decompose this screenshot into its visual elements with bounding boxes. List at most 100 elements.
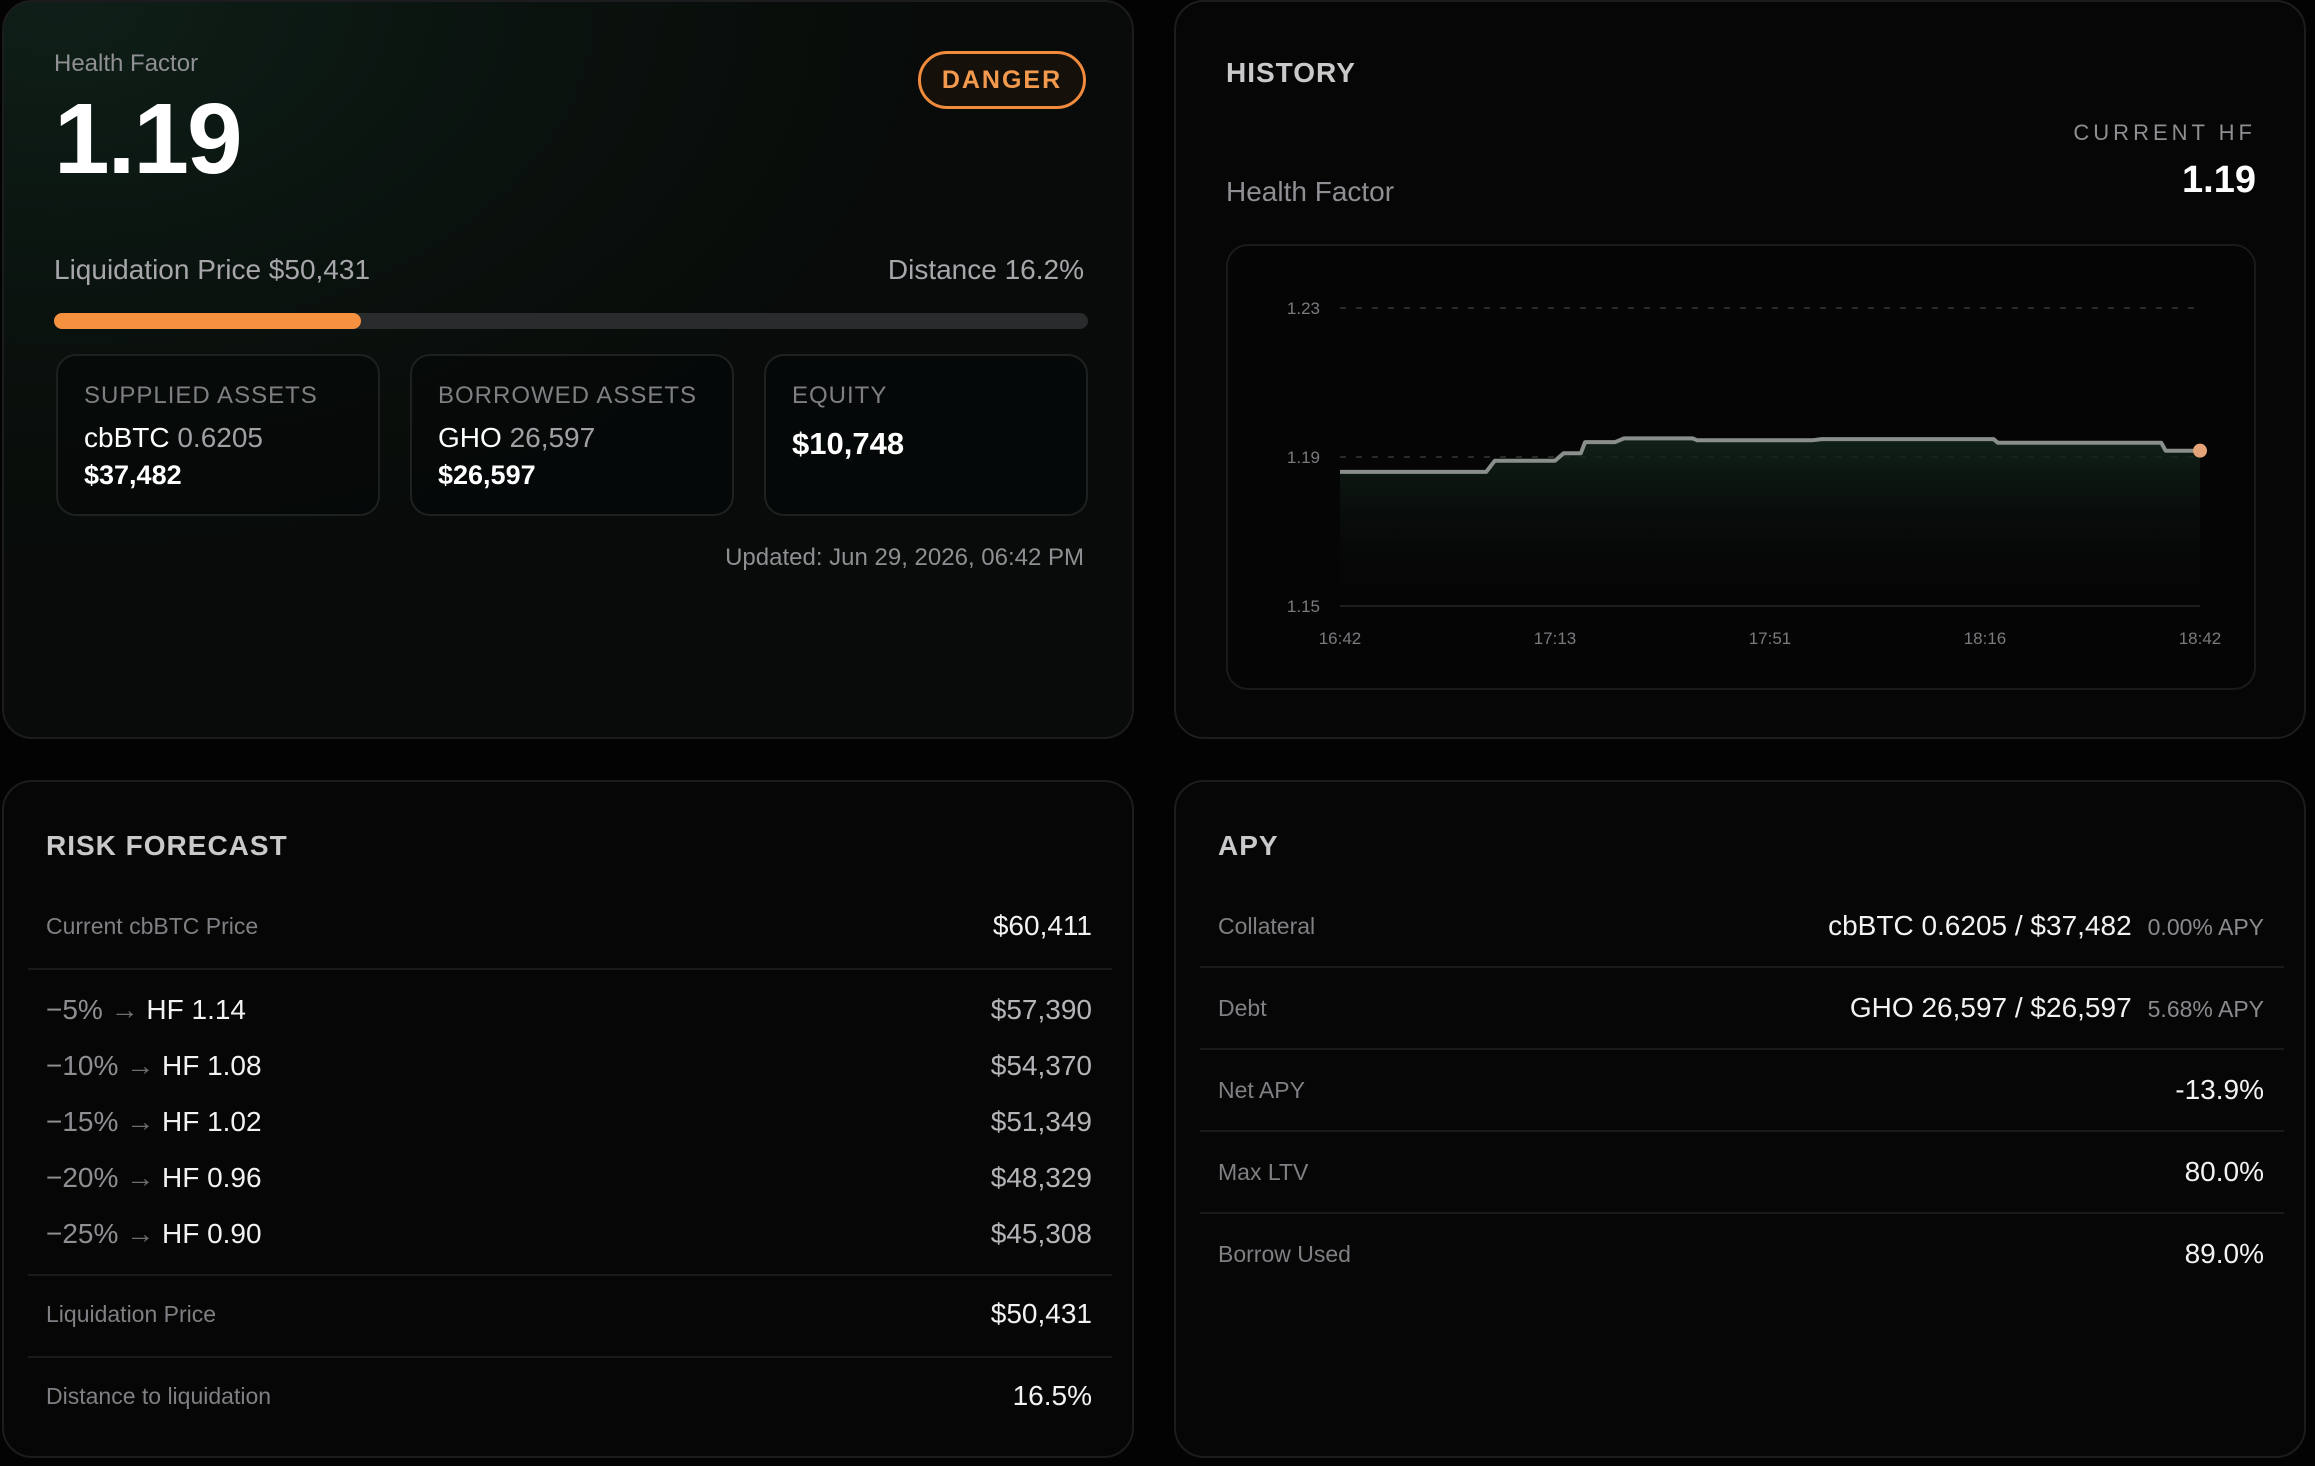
arrow-right-icon: → bbox=[126, 1050, 155, 1081]
apy-row-label: Net APY bbox=[1218, 1076, 1305, 1103]
divider bbox=[28, 1356, 1112, 1358]
liquidation-price-row: Liquidation Price $50,431 bbox=[46, 1294, 1092, 1334]
apy-card: APY Collateral cbBTC 0.6205 / $37,482 0.00… bbox=[1174, 780, 2306, 1458]
liquidation-progress-fill bbox=[54, 313, 362, 329]
scenario-hf: HF 1.14 bbox=[146, 994, 246, 1025]
apy-row-value-wrap: 80.0% bbox=[2185, 1156, 2264, 1188]
x-tick-label: 16:42 bbox=[1319, 629, 1362, 648]
liquidation-progress-bar bbox=[54, 313, 1088, 329]
borrowed-assets-box: BORROWED ASSETS GHO 26,597 $26,597 bbox=[410, 354, 734, 516]
distance-row-label: Distance to liquidation bbox=[46, 1382, 272, 1409]
x-tick-label: 18:16 bbox=[1964, 629, 2007, 648]
apy-row-rate: 5.68% APY bbox=[2147, 996, 2264, 1022]
borrowed-asset-amount: GHO 26,597 bbox=[438, 422, 595, 454]
risk-forecast-title: RISK FORECAST bbox=[46, 830, 288, 861]
supplied-assets-box: SUPPLIED ASSETS cbBTC 0.6205 $37,482 bbox=[56, 354, 380, 516]
status-badge: DANGER bbox=[918, 51, 1086, 109]
arrow-right-icon: → bbox=[126, 1106, 155, 1137]
apy-row-value: 89.0% bbox=[2184, 1238, 2264, 1269]
scenario-row: −20% → HF 0.96 $48,329 bbox=[46, 1158, 1092, 1198]
scenario-price: $57,390 bbox=[990, 994, 1092, 1025]
history-chart: 1.23 1.19 1.15 16:42 17:13 17:51 18:16 18:42 bbox=[1226, 244, 2256, 690]
apy-row: Borrow Used 89.0% bbox=[1218, 1234, 2264, 1274]
apy-row: Collateral cbBTC 0.6205 / $37,482 0.00% AP… bbox=[1218, 906, 2264, 946]
supplied-asset-value: $37,482 bbox=[84, 460, 182, 490]
current-hf-value: 1.19 bbox=[2182, 159, 2256, 201]
scenario-row: −25% → HF 0.90 $45,308 bbox=[46, 1214, 1092, 1254]
borrowed-asset-symbol: GHO bbox=[438, 422, 502, 453]
y-tick-label: 1.23 bbox=[1287, 299, 1320, 318]
distance-label: Distance 16.2% bbox=[887, 254, 1084, 285]
health-factor-label: Health Factor bbox=[54, 50, 199, 77]
scenario-price: $48,329 bbox=[990, 1162, 1092, 1193]
scenario-pct: −25% bbox=[46, 1218, 119, 1249]
apy-row-value-wrap: cbBTC 0.6205 / $37,482 0.00% APY bbox=[1828, 910, 2264, 942]
history-card: HISTORY CURRENT HF 1.19 Health Factor 1.… bbox=[1174, 0, 2306, 739]
y-tick-label: 1.15 bbox=[1287, 597, 1320, 616]
apy-row: Debt GHO 26,597 / $26,597 5.68% APY bbox=[1218, 988, 2264, 1028]
divider bbox=[28, 1274, 1112, 1276]
scenario-label: −5% → HF 1.14 bbox=[46, 994, 246, 1026]
scenario-row: −5% → HF 1.14 $57,390 bbox=[46, 990, 1092, 1030]
apy-row-value: cbBTC 0.6205 / $37,482 bbox=[1828, 910, 2132, 941]
divider bbox=[28, 968, 1112, 970]
distance-row-value: 16.5% bbox=[1012, 1380, 1092, 1411]
supplied-asset-amount: cbBTC 0.6205 bbox=[84, 422, 263, 454]
apy-row-value-wrap: GHO 26,597 / $26,597 5.68% APY bbox=[1850, 992, 2264, 1024]
supplied-asset-symbol: cbBTC bbox=[84, 422, 170, 453]
scenario-label: −15% → HF 1.02 bbox=[46, 1106, 262, 1138]
apy-row-value: -13.9% bbox=[2175, 1074, 2264, 1105]
divider bbox=[1200, 1048, 2284, 1050]
current-price-row: Current cbBTC Price $60,411 bbox=[46, 906, 1092, 946]
scenario-hf: HF 1.02 bbox=[161, 1106, 262, 1137]
x-tick-label: 17:13 bbox=[1534, 629, 1577, 648]
apy-row-label: Debt bbox=[1218, 994, 1267, 1021]
divider bbox=[1200, 1130, 2284, 1132]
health-factor-value: 1.19 bbox=[54, 83, 243, 195]
history-title: HISTORY bbox=[1226, 57, 1356, 88]
scenario-label: −25% → HF 0.90 bbox=[46, 1218, 262, 1250]
scenario-hf: HF 0.90 bbox=[161, 1218, 262, 1249]
scenario-pct: −5% bbox=[46, 994, 103, 1025]
arrow-right-icon: → bbox=[126, 1218, 155, 1249]
current-hf-label: CURRENT HF bbox=[2073, 120, 2256, 145]
arrow-right-icon: → bbox=[110, 994, 139, 1025]
divider bbox=[1200, 966, 2284, 968]
scenario-row: −15% → HF 1.02 $51,349 bbox=[46, 1102, 1092, 1142]
scenario-label: −10% → HF 1.08 bbox=[46, 1050, 262, 1082]
apy-row-label: Borrow Used bbox=[1218, 1240, 1351, 1267]
y-tick-label: 1.19 bbox=[1287, 448, 1320, 467]
equity-title: EQUITY bbox=[792, 382, 888, 409]
scenario-pct: −20% bbox=[46, 1162, 119, 1193]
scenario-price: $51,349 bbox=[990, 1106, 1092, 1137]
updated-timestamp: Updated: Jun 29, 2026, 06:42 PM bbox=[725, 544, 1084, 571]
divider bbox=[1200, 1212, 2284, 1214]
x-tick-label: 18:42 bbox=[2179, 629, 2222, 648]
scenario-price: $54,370 bbox=[990, 1050, 1092, 1081]
apy-row: Net APY -13.9% bbox=[1218, 1070, 2264, 1110]
series-area bbox=[1340, 438, 2200, 606]
current-price-value: $60,411 bbox=[992, 910, 1092, 941]
apy-row-value-wrap: 89.0% bbox=[2185, 1238, 2264, 1270]
borrowed-assets-title: BORROWED ASSETS bbox=[438, 382, 698, 409]
apy-row-label: Collateral bbox=[1218, 912, 1316, 939]
scenario-hf: HF 0.96 bbox=[161, 1162, 262, 1193]
supplied-asset-qty: 0.6205 bbox=[177, 422, 263, 453]
borrowed-asset-value: $26,597 bbox=[438, 460, 536, 490]
liquidation-price-label: Liquidation Price $50,431 bbox=[54, 254, 371, 285]
current-price-label: Current cbBTC Price bbox=[46, 912, 259, 939]
scenario-hf: HF 1.08 bbox=[161, 1050, 262, 1081]
x-tick-label: 17:51 bbox=[1749, 629, 1792, 648]
history-chart-svg: 1.23 1.19 1.15 16:42 17:13 17:51 18:16 18:42 bbox=[1287, 299, 2222, 648]
supplied-assets-title: SUPPLIED ASSETS bbox=[84, 382, 318, 409]
series-end-marker bbox=[2193, 443, 2207, 458]
apy-row: Max LTV 80.0% bbox=[1218, 1152, 2264, 1192]
apy-row-rate: 0.00% APY bbox=[2147, 914, 2264, 940]
scenario-price: $45,308 bbox=[990, 1218, 1092, 1249]
equity-value: $10,748 bbox=[792, 426, 905, 461]
liquidation-price-row-value: $50,431 bbox=[990, 1298, 1092, 1329]
equity-box: EQUITY $10,748 bbox=[764, 354, 1088, 516]
arrow-right-icon: → bbox=[126, 1162, 155, 1193]
apy-row-value: 80.0% bbox=[2184, 1156, 2264, 1187]
borrowed-asset-qty: 26,597 bbox=[509, 422, 596, 453]
